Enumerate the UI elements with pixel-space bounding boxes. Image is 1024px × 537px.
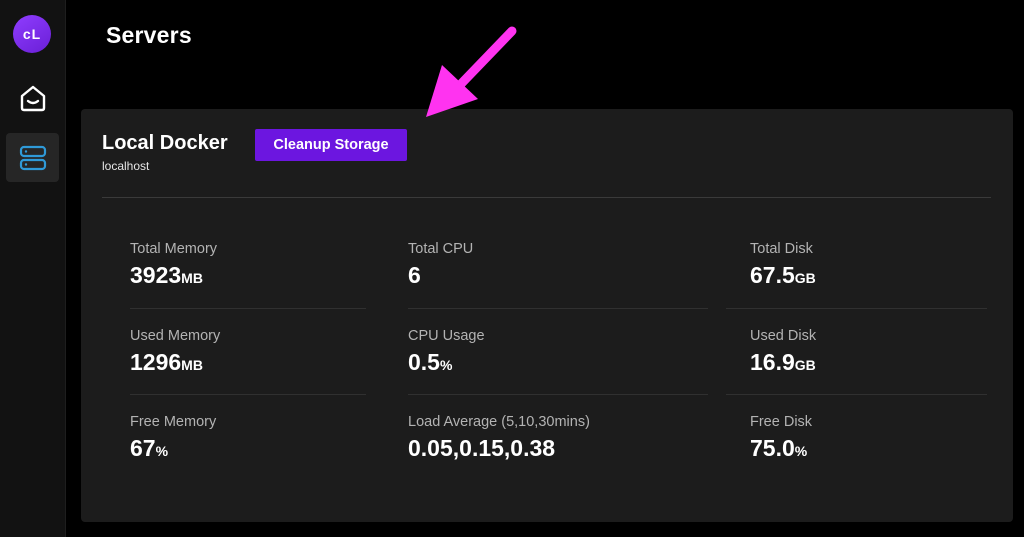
stat-label: Free Memory	[130, 414, 217, 430]
stat-number: 0.5	[408, 349, 440, 375]
stat-value: 67%	[130, 435, 216, 462]
row-divider	[408, 394, 708, 395]
server-card: Local Docker localhost Cleanup Storage T…	[81, 109, 1013, 522]
stat-number: 16.9	[750, 349, 795, 375]
stat-total-disk: Total Disk 67.5GB	[750, 241, 816, 289]
stat-unit: GB	[794, 357, 816, 373]
home-icon	[20, 85, 46, 112]
cleanup-storage-button[interactable]: Cleanup Storage	[255, 129, 407, 161]
stat-value: 75.0%	[750, 435, 812, 462]
stat-label: Free Disk	[750, 414, 813, 430]
stat-label: Used Disk	[750, 328, 817, 344]
stat-number: 6	[408, 262, 421, 288]
stat-unit: MB	[181, 357, 203, 373]
sidebar: cL	[0, 0, 66, 537]
stat-number: 1296	[130, 349, 182, 375]
divider	[102, 197, 991, 198]
servers-icon	[19, 145, 46, 170]
stat-load-average: Load Average (5,10,30mins) 0.05,0.15,0.3…	[408, 414, 590, 462]
stat-value: 1296MB	[130, 349, 220, 376]
row-divider	[130, 394, 366, 395]
stat-value: 3923MB	[130, 262, 217, 289]
stat-label: Total Memory	[130, 241, 218, 257]
stat-number: 0.05,0.15,0.38	[408, 435, 556, 461]
stat-label: Total Disk	[750, 241, 813, 257]
stat-value: 0.5%	[408, 349, 485, 376]
stat-free-disk: Free Disk 75.0%	[750, 414, 812, 462]
row-divider	[726, 308, 987, 309]
annotation-arrow-icon	[426, 26, 517, 117]
row-divider	[130, 308, 366, 309]
stat-unit: %	[439, 357, 453, 373]
server-name: Local Docker	[102, 132, 228, 154]
server-host: localhost	[102, 159, 150, 173]
stat-unit: %	[794, 443, 808, 459]
stat-used-memory: Used Memory 1296MB	[130, 328, 220, 376]
stat-value: 6	[408, 262, 473, 289]
avatar[interactable]: cL	[13, 15, 51, 53]
stat-value: 0.05,0.15,0.38	[408, 435, 590, 462]
sidebar-item-home[interactable]	[8, 74, 58, 122]
stat-value: 67.5GB	[750, 262, 816, 289]
stat-number: 67	[130, 435, 156, 461]
stat-label: Load Average (5,10,30mins)	[408, 414, 590, 430]
stat-unit: %	[155, 443, 169, 459]
stat-unit: GB	[794, 270, 816, 286]
stat-number: 75.0	[750, 435, 795, 461]
stat-number: 67.5	[750, 262, 795, 288]
row-divider	[408, 308, 708, 309]
stat-label: Used Memory	[130, 328, 221, 344]
avatar-initials: cL	[22, 26, 42, 42]
stat-number: 3923	[130, 262, 182, 288]
stat-total-cpu: Total CPU 6	[408, 241, 473, 289]
sidebar-item-servers[interactable]	[6, 133, 59, 182]
stat-label: CPU Usage	[408, 328, 485, 344]
stat-total-memory: Total Memory 3923MB	[130, 241, 217, 289]
row-divider	[726, 394, 987, 395]
stat-label: Total CPU	[408, 241, 474, 257]
stat-used-disk: Used Disk 16.9GB	[750, 328, 816, 376]
page-title: Servers	[106, 22, 192, 48]
stat-unit: MB	[181, 270, 203, 286]
stat-value: 16.9GB	[750, 349, 816, 376]
stat-cpu-usage: CPU Usage 0.5%	[408, 328, 485, 376]
stat-free-memory: Free Memory 67%	[130, 414, 216, 462]
